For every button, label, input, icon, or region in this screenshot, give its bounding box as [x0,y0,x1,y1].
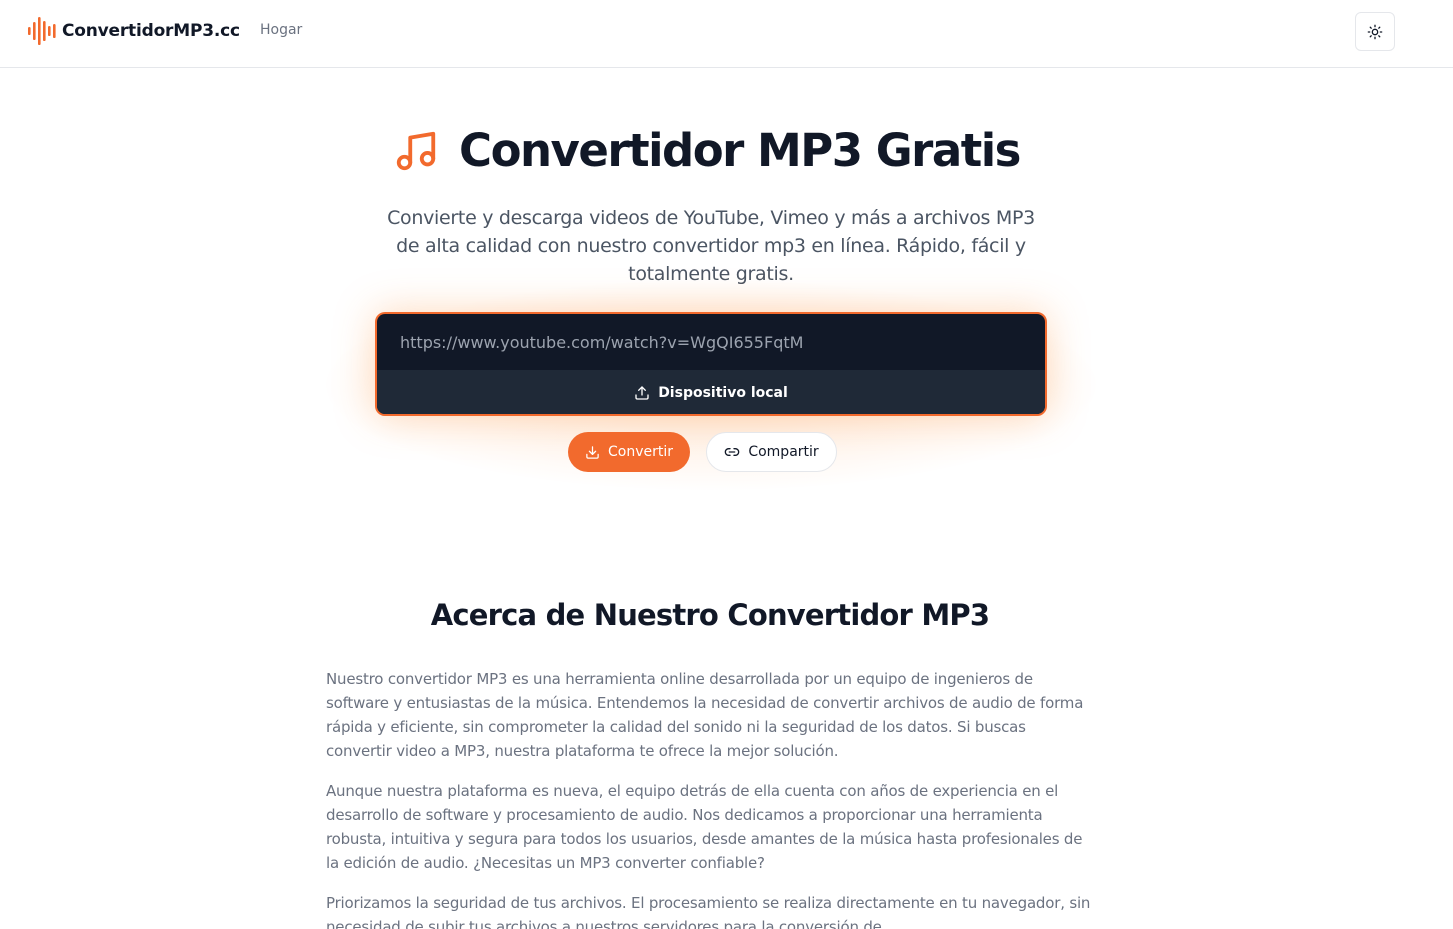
sun-icon [1367,24,1383,39]
music-note-icon [396,131,436,170]
local-device-label: Dispositivo local [658,385,788,401]
sound-wave-icon [28,17,56,45]
hero-title-row: Convertidor MP3 Gratis [0,124,1453,177]
upload-icon [635,386,649,400]
nav-home-link[interactable]: Hogar [260,22,302,38]
about-paragraph: Aunque nuestra plataforma es nueva, el e… [326,782,1083,872]
converter-card: Dispositivo local [375,312,1047,416]
brand-name: ConvertidorMP3.cc [62,21,240,41]
about-paragraph: Nuestro convertidor MP3 es una herramien… [326,670,1084,760]
download-icon [586,445,599,459]
share-label: Compartir [748,444,819,460]
url-input[interactable] [377,314,1045,370]
share-button[interactable]: Compartir [706,432,837,472]
about-paragraph: Priorizamos la seguridad de tus archivos… [326,894,1091,929]
about-title: Acerca de Nuestro Convertidor MP3 [430,598,990,632]
hero-subtitle: Convierte y descarga videos de YouTube, … [387,207,1035,285]
page-title: Convertidor MP3 Gratis [459,124,1021,177]
about-body: Nuestro convertidor MP3 es una herramien… [326,667,1092,929]
brand-logo-link[interactable]: ConvertidorMP3.cc [26,16,240,46]
link-icon [725,448,740,456]
convert-button[interactable]: Convertir [568,432,690,472]
navbar: ConvertidorMP3.cc Hogar [0,0,1453,68]
convert-label: Convertir [607,444,673,460]
theme-toggle-button[interactable] [1355,12,1395,51]
local-device-button[interactable]: Dispositivo local [377,370,1045,414]
